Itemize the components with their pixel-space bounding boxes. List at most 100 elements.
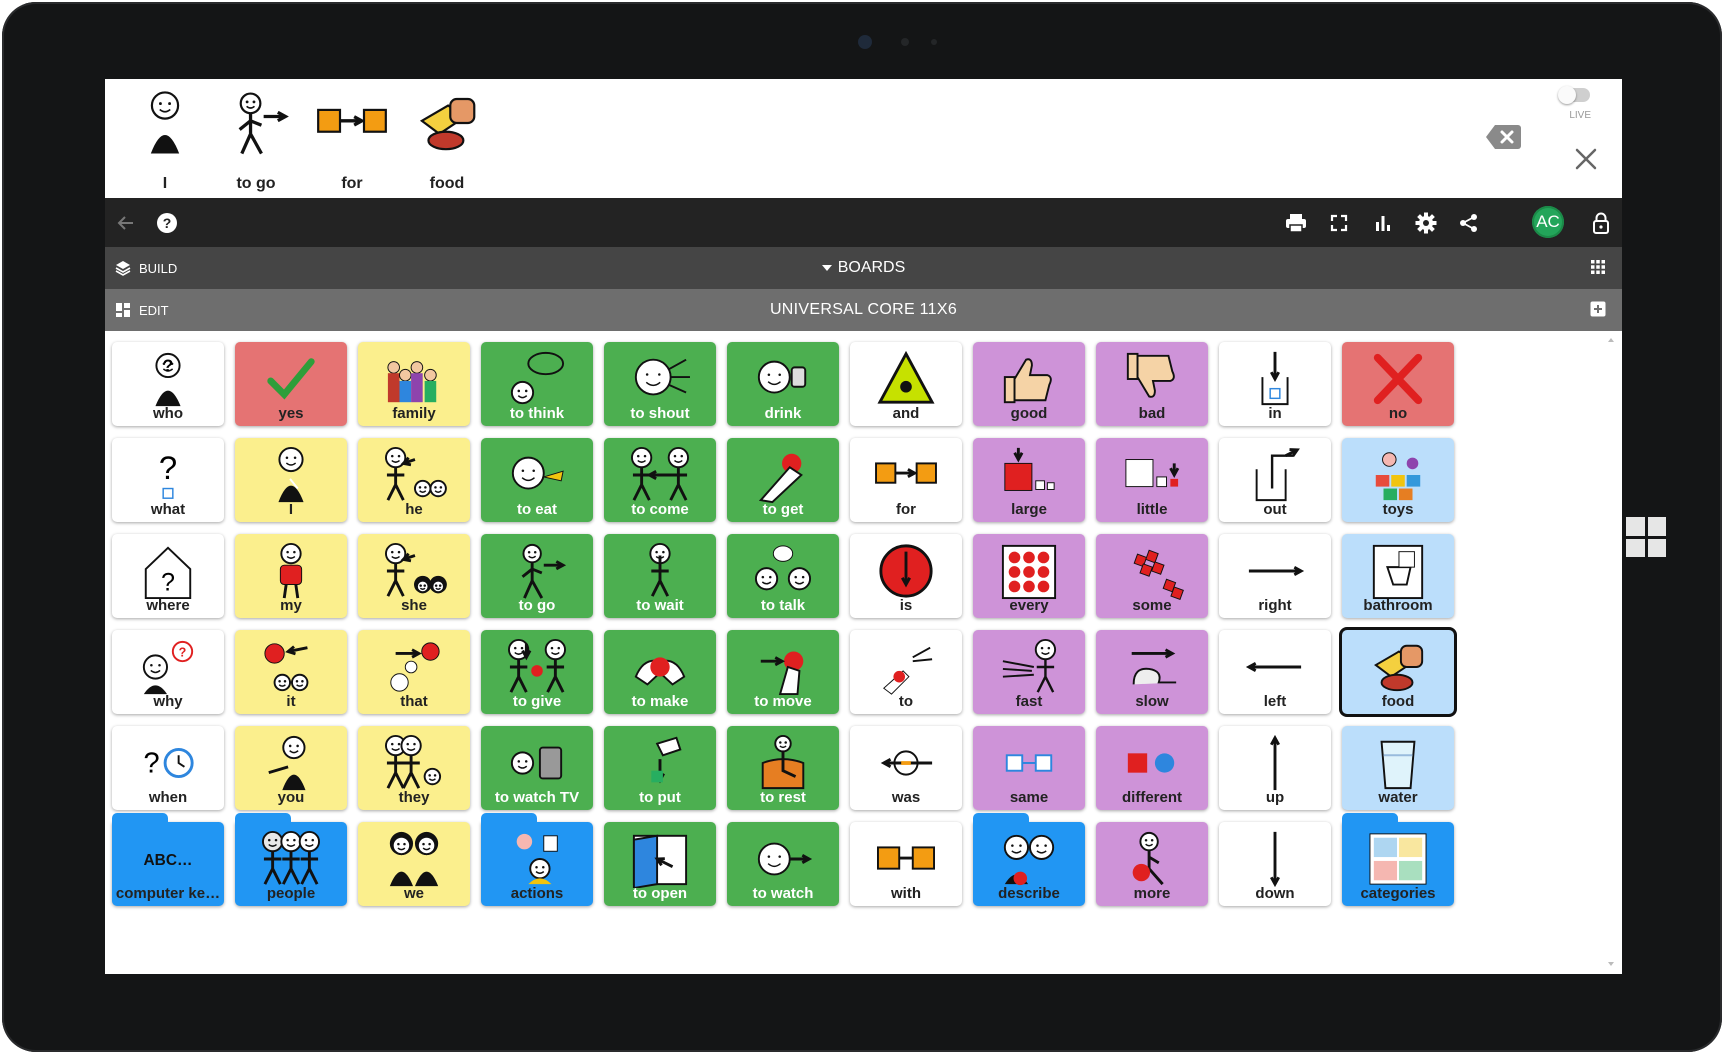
he-icon xyxy=(385,446,447,501)
sentence-word[interactable]: food xyxy=(399,85,495,195)
board-button-good[interactable]: good xyxy=(973,342,1085,426)
board-button-my[interactable]: my xyxy=(235,534,347,618)
print-button[interactable] xyxy=(1283,210,1309,236)
board-button-to-talk[interactable]: to talk xyxy=(727,534,839,618)
board-button-she[interactable]: she xyxy=(358,534,470,618)
share-button[interactable] xyxy=(1456,210,1482,236)
when-icon: ? xyxy=(143,748,194,780)
board-button-for[interactable]: for xyxy=(850,438,962,522)
board-button-right[interactable]: right xyxy=(1219,534,1331,618)
board-button-they[interactable]: they xyxy=(358,726,470,810)
board-button-to-move[interactable]: to move xyxy=(727,630,839,714)
board-button-you[interactable]: you xyxy=(235,726,347,810)
board-button-what[interactable]: ? what xyxy=(112,438,224,522)
board-button-and[interactable]: and xyxy=(850,342,962,426)
board-button-who[interactable]: ? who xyxy=(112,342,224,426)
sentence-word[interactable]: for xyxy=(304,85,400,195)
fullscreen-button[interactable] xyxy=(1326,210,1352,236)
sentence-word[interactable]: I xyxy=(117,85,213,195)
board-button-to[interactable]: to xyxy=(850,630,962,714)
board-button-fast[interactable]: fast xyxy=(973,630,1085,714)
board-button-to-think[interactable]: to think xyxy=(481,342,593,426)
board-button-to-come[interactable]: to come xyxy=(604,438,716,522)
windows-logo-icon[interactable] xyxy=(1626,517,1666,557)
backspace-button[interactable] xyxy=(1485,123,1521,151)
board-button-slow[interactable]: slow xyxy=(1096,630,1208,714)
board-button-to-put[interactable]: to put xyxy=(604,726,716,810)
board-button-to-watch[interactable]: to watch xyxy=(727,822,839,906)
board-button-water[interactable]: water xyxy=(1342,726,1454,810)
board-button-no[interactable]: no xyxy=(1342,342,1454,426)
open-door-icon xyxy=(632,834,688,888)
board-button-left[interactable]: left xyxy=(1219,630,1331,714)
board-button-label: to get xyxy=(762,501,804,518)
boards-grid-button[interactable] xyxy=(1590,259,1608,277)
board-button-family[interactable]: family xyxy=(358,342,470,426)
board-button-up[interactable]: up xyxy=(1219,726,1331,810)
board-button-down[interactable]: down xyxy=(1219,822,1331,906)
board-button-toys[interactable]: toys xyxy=(1342,438,1454,522)
grid-scrollbar[interactable] xyxy=(1608,337,1614,967)
board-button-different[interactable]: different xyxy=(1096,726,1208,810)
board-button-in[interactable]: in xyxy=(1219,342,1331,426)
svg-text:?: ? xyxy=(163,215,172,231)
board-button-to-watch-tv[interactable]: to watch TV xyxy=(481,726,593,810)
board-button-to-go[interactable]: to go xyxy=(481,534,593,618)
board-button-to-shout[interactable]: to shout xyxy=(604,342,716,426)
board-button-where[interactable]: ? where xyxy=(112,534,224,618)
board-button-to-give[interactable]: to give xyxy=(481,630,593,714)
board-button-that[interactable]: that xyxy=(358,630,470,714)
board-button-to-rest[interactable]: to rest xyxy=(727,726,839,810)
user-avatar[interactable]: AC xyxy=(1532,206,1564,238)
board-button-was[interactable]: was xyxy=(850,726,962,810)
board-button-some[interactable]: some xyxy=(1096,534,1208,618)
board-button-why[interactable]: ? why xyxy=(112,630,224,714)
board-button-little[interactable]: little xyxy=(1096,438,1208,522)
board-button-bathroom[interactable]: bathroom xyxy=(1342,534,1454,618)
board-button-yes[interactable]: yes xyxy=(235,342,347,426)
board-button-to-make[interactable]: to make xyxy=(604,630,716,714)
board-button-drink[interactable]: drink xyxy=(727,342,839,426)
board-button-is[interactable]: is xyxy=(850,534,962,618)
back-button[interactable] xyxy=(113,210,139,236)
board-button-people[interactable]: people xyxy=(235,813,347,906)
share-icon xyxy=(1460,214,1477,232)
board-button-out[interactable]: out xyxy=(1219,438,1331,522)
board-button-same[interactable]: same xyxy=(973,726,1085,810)
board-button-computer-ke[interactable]: ABC… computer ke… xyxy=(112,813,224,906)
lock-button[interactable] xyxy=(1588,210,1614,236)
settings-button[interactable] xyxy=(1413,210,1439,236)
stats-button[interactable] xyxy=(1370,210,1396,236)
board-button-describe[interactable]: describe xyxy=(973,813,1085,906)
board-button-food[interactable]: food xyxy=(1342,630,1454,714)
board-button-to-eat[interactable]: to eat xyxy=(481,438,593,522)
actions-icon xyxy=(516,833,558,885)
add-button[interactable] xyxy=(1590,301,1608,319)
board-button-label: categories xyxy=(1360,885,1436,902)
board-button-with[interactable]: with xyxy=(850,822,962,906)
board-button-actions[interactable]: actions xyxy=(481,813,593,906)
board-button-to-open[interactable]: to open xyxy=(604,822,716,906)
sentence-bar[interactable]: Ito go for food LIVE xyxy=(105,79,1622,198)
board-button-to-get[interactable]: to get xyxy=(727,438,839,522)
board-button-categories[interactable]: categories xyxy=(1342,813,1454,906)
board-button-bad[interactable]: bad xyxy=(1096,342,1208,426)
board-button-it[interactable]: it xyxy=(235,630,347,714)
board-button-to-wait[interactable]: to wait xyxy=(604,534,716,618)
clear-sentence-button[interactable] xyxy=(1574,147,1598,171)
help-button[interactable]: ? xyxy=(154,210,180,236)
board-button-we[interactable]: we xyxy=(358,822,470,906)
slow-icon xyxy=(1131,648,1177,685)
for-arrow-icon xyxy=(875,462,937,484)
board-button-label: it xyxy=(286,693,296,710)
board-button-he[interactable]: he xyxy=(358,438,470,522)
live-toggle[interactable] xyxy=(1558,86,1590,104)
board-button-label: to wait xyxy=(636,597,684,614)
boards-dropdown[interactable]: BOARDS xyxy=(105,247,1622,289)
board-button-more[interactable]: more xyxy=(1096,822,1208,906)
sentence-word[interactable]: to go xyxy=(208,85,304,195)
board-button-large[interactable]: large xyxy=(973,438,1085,522)
board-button-i[interactable]: I xyxy=(235,438,347,522)
board-button-every[interactable]: every xyxy=(973,534,1085,618)
board-button-when[interactable]: ? when xyxy=(112,726,224,810)
